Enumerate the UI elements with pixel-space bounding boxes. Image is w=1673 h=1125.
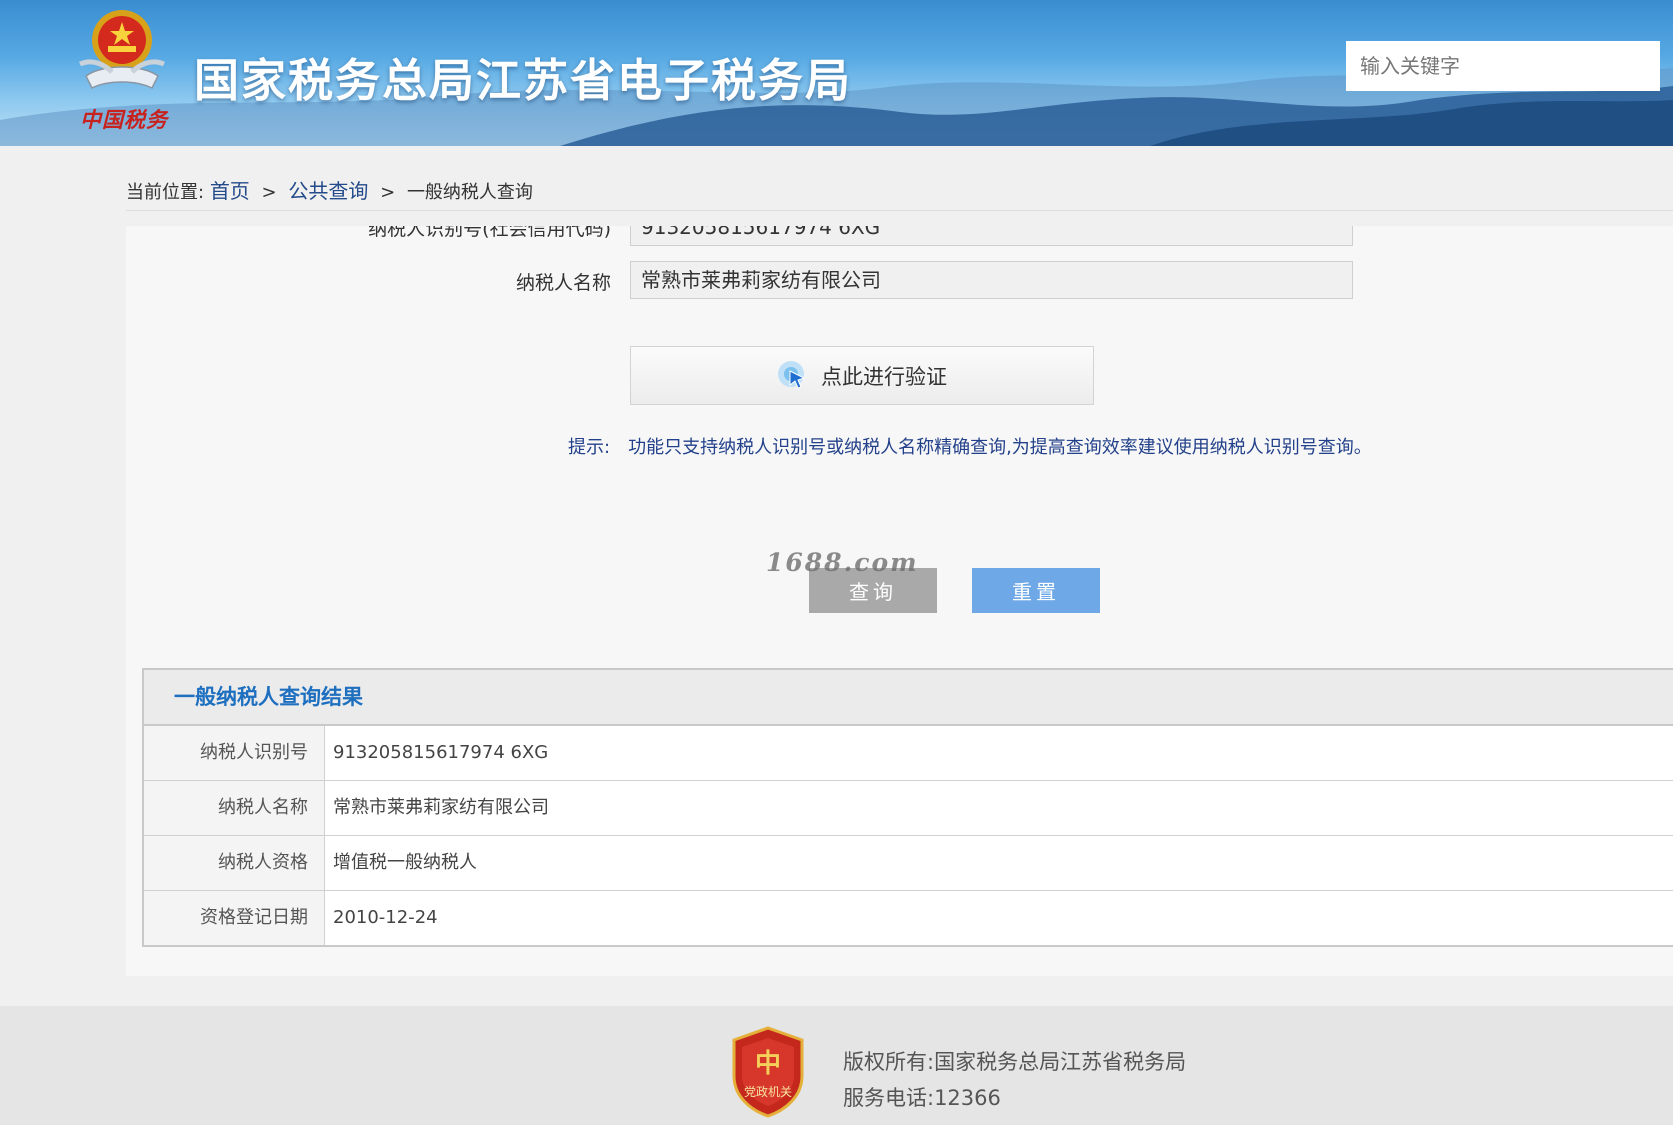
row-value: 常熟市莱弗莉家纺有限公司: [333, 797, 549, 818]
query-panel: 纳税人识别号(社会信用代码) 913205815617974 6XG 纳税人名称…: [126, 226, 1673, 976]
row-label: 纳税人识别号: [144, 726, 325, 780]
site-title: 国家税务总局江苏省电子税务局: [194, 54, 853, 107]
breadcrumb-public-query-link[interactable]: 公共查询: [288, 179, 368, 203]
table-row: 纳税人名称 常熟市莱弗莉家纺有限公司: [144, 781, 1673, 836]
taxpayer-name-label: 纳税人名称: [515, 272, 611, 294]
click-cursor-icon: [778, 360, 806, 389]
breadcrumb-prefix: 当前位置:: [126, 182, 205, 203]
footer-hotline: 服务电话:12366: [843, 1086, 1001, 1110]
breadcrumb: 当前位置: 首页 > 公共查询 > 一般纳税人查询: [126, 175, 533, 204]
site-header: 中国税务 国家税务总局江苏省电子税务局: [0, 0, 1673, 146]
badge-text: 党政机关: [744, 1084, 792, 1099]
taxpayer-id-label: 纳税人识别号(社会信用代码): [368, 226, 611, 240]
tip-text: 功能只支持纳税人识别号或纳税人名称精确查询,为提高查询效率建议使用纳税人识别号查…: [628, 437, 1372, 458]
watermark-text: 1688.com: [766, 548, 919, 577]
breadcrumb-home-link[interactable]: 首页: [210, 179, 250, 203]
keyword-search-input[interactable]: [1346, 41, 1660, 91]
breadcrumb-current-page: 一般纳税人查询: [406, 182, 533, 203]
reset-button[interactable]: 重置: [972, 568, 1100, 613]
china-tax-seal-text: 中国税务: [80, 107, 168, 132]
table-row: 纳税人识别号 913205815617974 6XG: [144, 726, 1673, 781]
tip-label: 提示:: [568, 437, 611, 458]
row-label: 纳税人资格: [144, 836, 325, 890]
table-row: 纳税人资格 增值税一般纳税人: [144, 836, 1673, 891]
svg-text:中: 中: [755, 1049, 781, 1079]
result-table: 一般纳税人查询结果 纳税人识别号 913205815617974 6XG 纳税人…: [142, 668, 1673, 947]
site-footer: 中 党政机关 版权所有:国家税务总局江苏省税务局 服务电话:12366: [0, 1006, 1673, 1125]
row-label: 纳税人名称: [144, 781, 325, 835]
table-row: 资格登记日期 2010-12-24: [144, 891, 1673, 945]
taxpayer-name-input[interactable]: 常熟市莱弗莉家纺有限公司: [630, 261, 1353, 299]
row-value: 2010-12-24: [333, 907, 438, 928]
breadcrumb-divider: [126, 210, 1673, 211]
row-value: 913205815617974 6XG: [333, 742, 549, 763]
party-government-badge-icon[interactable]: 中 党政机关: [730, 1026, 806, 1118]
national-emblem-icon: [79, 10, 165, 90]
query-tip: 提示: 功能只支持纳税人识别号或纳税人名称精确查询,为提高查询效率建议使用纳税人识…: [568, 433, 1372, 459]
footer-copyright: 版权所有:国家税务总局江苏省税务局: [843, 1050, 1187, 1074]
verify-button-label: 点此进行验证: [821, 364, 947, 389]
result-title: 一般纳税人查询结果: [144, 670, 1673, 726]
taxpayer-id-input[interactable]: 913205815617974 6XG: [630, 226, 1353, 246]
captcha-verify-button[interactable]: 点此进行验证: [630, 346, 1094, 405]
row-label: 资格登记日期: [144, 891, 325, 945]
breadcrumb-separator: >: [261, 182, 277, 203]
row-value: 增值税一般纳税人: [333, 852, 477, 873]
breadcrumb-separator: >: [380, 182, 396, 203]
